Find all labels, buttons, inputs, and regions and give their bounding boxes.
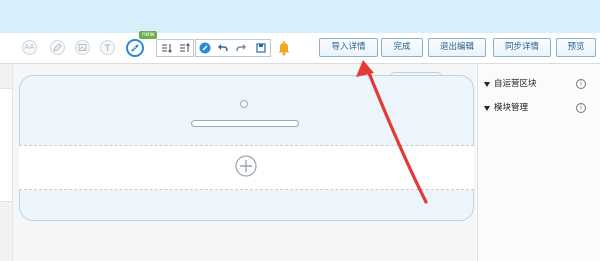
annotation-arrow	[356, 60, 428, 204]
